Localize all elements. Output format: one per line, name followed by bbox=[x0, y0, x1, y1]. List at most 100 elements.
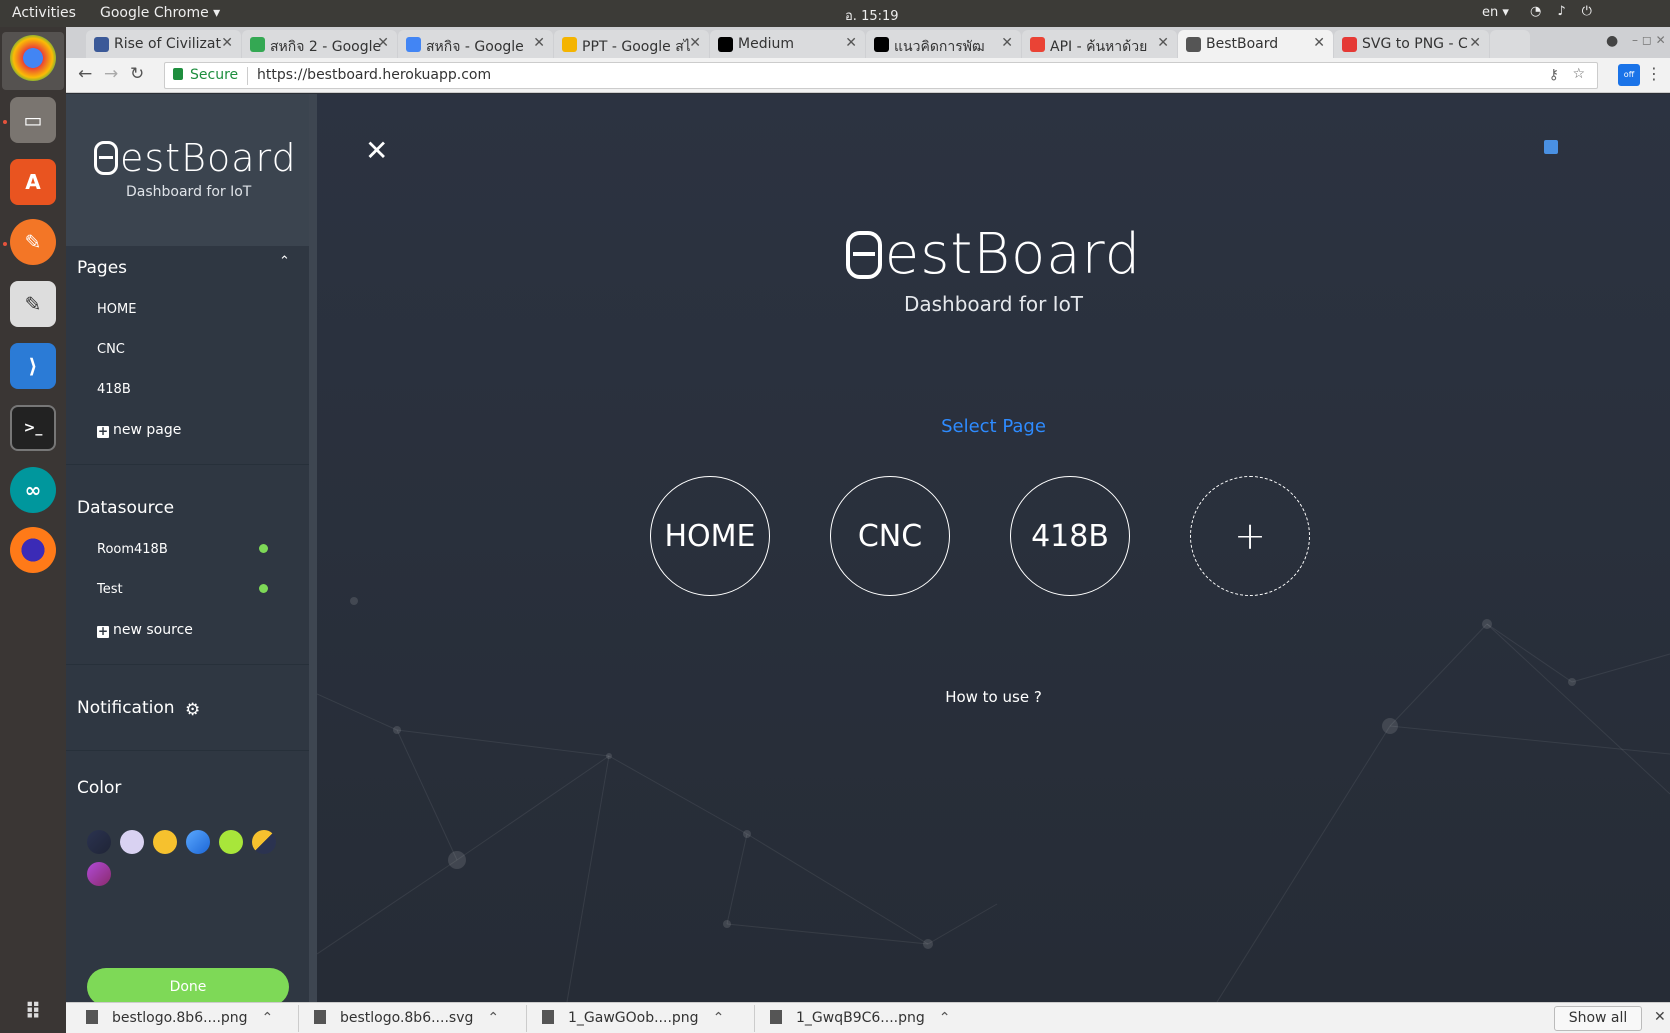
main-tagline: Dashboard for IoT bbox=[903, 292, 1084, 316]
browser-tab[interactable]: Medium ✕ bbox=[710, 30, 865, 58]
sidebar-brand: estBoard Dashboard for IoT bbox=[66, 94, 309, 246]
volume-icon[interactable]: ♪ bbox=[1557, 4, 1565, 19]
browser-tab[interactable]: สหกิจ - Google ✕ bbox=[398, 30, 553, 58]
show-all-button[interactable]: Show all bbox=[1554, 1006, 1642, 1031]
terminal-icon[interactable]: >_ bbox=[10, 405, 56, 451]
profile-icon[interactable]: ● bbox=[1606, 33, 1618, 49]
bookmark-star-icon[interactable]: ☆ bbox=[1572, 66, 1585, 82]
download-item[interactable]: bestlogo.8b6....png ⌃ bbox=[86, 1010, 273, 1026]
window-controls[interactable]: – ◻ ✕ bbox=[1632, 33, 1666, 47]
google-icon bbox=[1030, 37, 1045, 52]
url-text[interactable]: https://bestboard.herokuapp.com bbox=[257, 67, 491, 83]
close-icon[interactable]: ✕ bbox=[377, 35, 389, 51]
chevron-up-icon[interactable]: ⌃ bbox=[939, 1010, 951, 1026]
browser-tab[interactable]: PPT - Google สไ ✕ bbox=[554, 30, 709, 58]
slides-icon bbox=[562, 37, 577, 52]
page-button-cnc[interactable]: CNC bbox=[830, 476, 950, 596]
close-icon[interactable]: ✕ bbox=[1313, 35, 1325, 51]
done-button[interactable]: Done bbox=[87, 968, 289, 1006]
color-section-title: Color bbox=[77, 778, 122, 798]
download-item[interactable]: 1_GawGOob....png ⌃ bbox=[542, 1010, 724, 1026]
datasource-item-test[interactable]: Test bbox=[97, 582, 123, 597]
close-icon[interactable]: ✕ bbox=[689, 35, 701, 51]
save-icon[interactable] bbox=[1544, 140, 1558, 154]
reload-icon[interactable]: ↻ bbox=[130, 64, 144, 84]
color-swatch-yellow-dark[interactable] bbox=[252, 830, 276, 854]
extension-icon[interactable]: off bbox=[1618, 64, 1640, 86]
postman-icon[interactable]: ✎ bbox=[10, 219, 56, 265]
browser-tab[interactable]: Rise of Civilizat ✕ bbox=[86, 30, 241, 58]
close-icon[interactable]: ✕ bbox=[1157, 35, 1169, 51]
brand-b-glyph bbox=[94, 141, 118, 175]
browser-tab[interactable]: สหกิจ 2 - Google ✕ bbox=[242, 30, 397, 58]
show-apps-icon[interactable]: ⠿ bbox=[10, 989, 56, 1033]
chevron-up-icon[interactable]: ⌃ bbox=[262, 1010, 274, 1026]
sidebar-item-home[interactable]: HOME bbox=[97, 302, 136, 317]
close-icon[interactable]: ✕ bbox=[221, 35, 233, 51]
how-to-use-link[interactable]: How to use ? bbox=[317, 688, 1670, 706]
color-swatch-blue[interactable] bbox=[186, 830, 210, 854]
pages-section-title[interactable]: Pages bbox=[77, 258, 127, 278]
datasource-item-room418b[interactable]: Room418B bbox=[97, 542, 168, 557]
chevron-up-icon[interactable]: ⌃ bbox=[713, 1010, 725, 1026]
gear-icon[interactable]: ⚙ bbox=[185, 700, 200, 720]
color-swatch-dark[interactable] bbox=[87, 830, 111, 854]
tab-title: Rise of Civilizat bbox=[114, 36, 221, 52]
clock[interactable]: อ. 15:19 bbox=[845, 5, 899, 26]
close-icon[interactable]: ✕ bbox=[365, 134, 388, 167]
tab-title: SVG to PNG - C bbox=[1362, 36, 1468, 52]
new-source-button[interactable]: + new source bbox=[97, 622, 193, 638]
files-icon[interactable]: ▭ bbox=[10, 97, 56, 143]
brand-logo: estBoard bbox=[94, 136, 297, 180]
add-page-button[interactable]: + bbox=[1190, 476, 1310, 596]
app-menu[interactable]: Google Chrome ▾ bbox=[100, 5, 220, 21]
language-indicator[interactable]: en ▾ bbox=[1482, 5, 1509, 20]
download-item[interactable]: 1_GwqB9C6....png ⌃ bbox=[770, 1010, 950, 1026]
chevron-up-icon[interactable]: ⌃ bbox=[487, 1010, 499, 1026]
browser-tab-active[interactable]: BestBoard ✕ bbox=[1178, 30, 1333, 58]
arduino-icon[interactable]: ∞ bbox=[10, 467, 56, 513]
close-icon[interactable]: ✕ bbox=[845, 35, 857, 51]
text-editor-icon[interactable]: ✎ bbox=[10, 281, 56, 327]
firefox-icon[interactable] bbox=[10, 527, 56, 573]
color-swatch-green[interactable] bbox=[219, 830, 243, 854]
vscode-icon[interactable]: ⟩ bbox=[10, 343, 56, 389]
color-swatch-purple[interactable] bbox=[87, 862, 111, 886]
new-tab-button[interactable] bbox=[1490, 30, 1530, 58]
bestboard-icon bbox=[1186, 37, 1201, 52]
browser-tab[interactable]: SVG to PNG - C ✕ bbox=[1334, 30, 1489, 58]
new-page-label: new page bbox=[113, 422, 182, 438]
kebab-menu-icon[interactable]: ⋮ bbox=[1646, 64, 1662, 83]
back-icon[interactable]: ← bbox=[78, 64, 92, 84]
chevron-up-icon[interactable]: ⌃ bbox=[279, 254, 290, 269]
activities-button[interactable]: Activities bbox=[12, 5, 76, 21]
sidebar-item-418b[interactable]: 418B bbox=[97, 382, 131, 397]
power-icon[interactable]: ⏻ bbox=[1582, 4, 1592, 19]
browser-tab[interactable]: แนวคิดการพัฒ ✕ bbox=[866, 30, 1021, 58]
download-filename: 1_GawGOob....png bbox=[568, 1010, 699, 1026]
download-item[interactable]: bestlogo.8b6....svg ⌃ bbox=[314, 1010, 499, 1026]
tab-title: สหกิจ 2 - Google bbox=[270, 39, 382, 55]
new-page-button[interactable]: + new page bbox=[97, 422, 181, 438]
chrome-icon[interactable] bbox=[10, 35, 56, 81]
browser-tab[interactable]: API - ค้นหาด้วย ✕ bbox=[1022, 30, 1177, 58]
address-bar[interactable]: Secure https://bestboard.herokuapp.com ⚷… bbox=[164, 62, 1598, 89]
sidebar-scrollbar[interactable] bbox=[309, 94, 317, 1002]
close-icon[interactable]: ✕ bbox=[1469, 35, 1481, 51]
sidebar-item-cnc[interactable]: CNC bbox=[97, 342, 125, 357]
color-swatch-yellow[interactable] bbox=[153, 830, 177, 854]
key-icon[interactable]: ⚷ bbox=[1549, 67, 1559, 83]
close-icon[interactable]: ✕ bbox=[533, 35, 545, 51]
download-filename: 1_GwqB9C6....png bbox=[796, 1010, 925, 1026]
network-icon[interactable]: ◔ bbox=[1530, 4, 1541, 19]
page-button-home[interactable]: HOME bbox=[650, 476, 770, 596]
close-icon[interactable]: ✕ bbox=[1001, 35, 1013, 51]
color-swatch-lavender[interactable] bbox=[120, 830, 144, 854]
secure-label: Secure bbox=[190, 67, 239, 83]
forward-icon[interactable]: → bbox=[104, 64, 118, 84]
software-center-icon[interactable]: A bbox=[10, 159, 56, 205]
system-tray[interactable]: ◔ ♪ ⏻ bbox=[1530, 4, 1592, 19]
close-icon[interactable]: ✕ bbox=[1654, 1009, 1666, 1025]
file-icon bbox=[542, 1010, 554, 1024]
page-button-418b[interactable]: 418B bbox=[1010, 476, 1130, 596]
